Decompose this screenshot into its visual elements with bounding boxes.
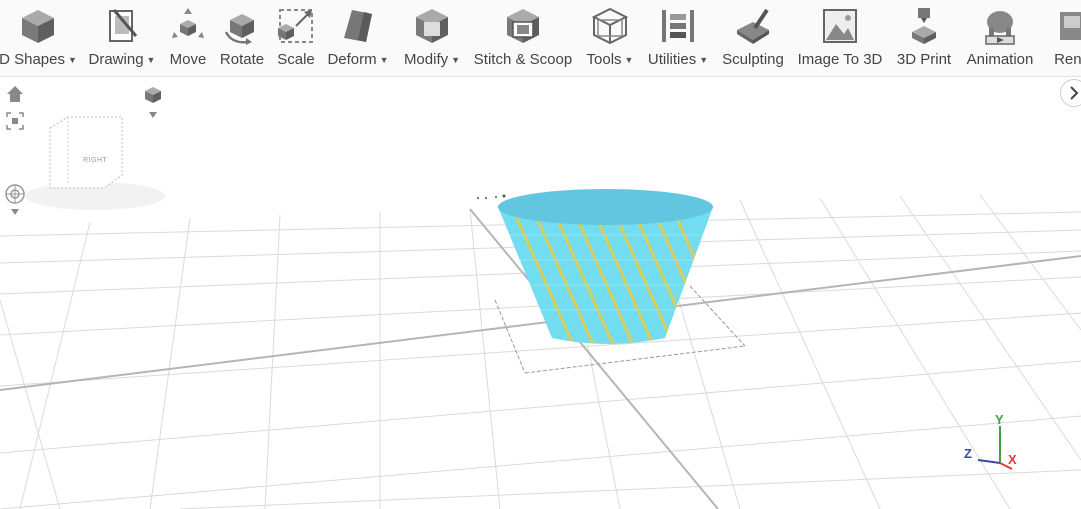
cup-top-face xyxy=(498,189,713,225)
chevron-down-icon: ▼ xyxy=(67,54,77,65)
tool-label: Image To 3D xyxy=(797,51,883,68)
chevron-down-icon: ▼ xyxy=(699,54,709,65)
utilities-icon xyxy=(662,10,694,42)
tool-3d-print[interactable]: 3D Print xyxy=(892,0,956,76)
move-icon xyxy=(172,8,204,38)
tools-icon xyxy=(591,7,629,45)
chevron-right-icon xyxy=(1070,86,1079,100)
axis-gizmo xyxy=(977,426,1013,470)
cube-icon xyxy=(22,10,54,43)
tool-3d-shapes[interactable]: D Shapes ▼ xyxy=(0,0,80,76)
tool-label: 3D Print xyxy=(896,51,952,68)
marker-dots xyxy=(477,194,506,199)
zoom-fit-icon[interactable] xyxy=(5,111,25,131)
3d-viewport[interactable] xyxy=(0,77,1081,509)
cup-model[interactable] xyxy=(440,180,740,360)
chevron-down-icon: ▼ xyxy=(379,54,389,65)
chevron-down-icon[interactable] xyxy=(10,208,20,216)
tool-tools[interactable]: Tools ▼ xyxy=(582,0,638,76)
scale-icon xyxy=(278,9,313,43)
scene-canvas[interactable] xyxy=(0,77,1081,509)
tool-deform[interactable]: Deform ▼ xyxy=(322,0,394,76)
rotate-icon xyxy=(224,14,254,45)
tool-label: Move xyxy=(169,51,207,68)
collapse-panel-button[interactable] xyxy=(1060,79,1081,107)
tool-label: Sculpting xyxy=(722,51,784,68)
render-icon xyxy=(1060,12,1081,40)
tool-label: Tools xyxy=(586,51,622,68)
tool-label: Deform xyxy=(327,51,377,68)
tool-label: Rend xyxy=(1054,51,1081,68)
tool-modify[interactable]: Modify ▼ xyxy=(398,0,466,76)
tool-utilities[interactable]: Utilities ▼ xyxy=(642,0,714,76)
chevron-down-icon: ▼ xyxy=(451,54,461,65)
tool-label: Stitch & Scoop xyxy=(473,51,573,68)
tool-stitch-scoop[interactable]: Stitch & Scoop xyxy=(470,0,576,76)
axis-x-label: X xyxy=(1008,452,1017,467)
orbit-icon[interactable] xyxy=(4,183,26,205)
deform-icon xyxy=(344,10,372,42)
tool-label: Utilities xyxy=(647,51,697,68)
tool-scale[interactable]: Scale xyxy=(272,0,320,76)
home-icon[interactable] xyxy=(6,85,24,103)
tool-image-to-3d[interactable]: Image To 3D xyxy=(792,0,888,76)
modify-icon xyxy=(416,9,448,43)
tool-label: Scale xyxy=(277,51,315,68)
tool-animation[interactable]: Animation xyxy=(960,0,1040,76)
main-toolbar: D Shapes ▼ Drawing ▼ Move Rotate Scale D… xyxy=(0,0,1081,77)
chevron-down-icon: ▼ xyxy=(624,54,634,65)
tool-label: Modify xyxy=(403,51,449,68)
tool-label: Rotate xyxy=(219,51,265,68)
axis-y-label: Y xyxy=(995,412,1004,427)
3d-print-icon xyxy=(912,8,936,44)
sculpting-icon xyxy=(737,8,769,44)
tool-move[interactable]: Move xyxy=(162,0,214,76)
view-cube-face-label: RIGHT xyxy=(83,157,108,164)
image-to-3d-icon xyxy=(823,9,857,43)
tool-drawing[interactable]: Drawing ▼ xyxy=(84,0,160,76)
chevron-down-icon: ▼ xyxy=(146,54,156,65)
tool-label: Animation xyxy=(966,51,1034,68)
drawing-icon xyxy=(109,9,138,42)
tool-rotate[interactable]: Rotate xyxy=(215,0,269,76)
chevron-down-icon[interactable] xyxy=(148,111,158,119)
axis-z-label: Z xyxy=(964,446,972,461)
animation-icon xyxy=(985,11,1015,45)
tool-sculpting[interactable]: Sculpting xyxy=(718,0,788,76)
tool-render[interactable]: Rend xyxy=(1046,0,1081,76)
tool-label: Drawing xyxy=(88,51,144,68)
stitch-scoop-icon xyxy=(507,9,539,43)
tool-label: D Shapes xyxy=(0,51,65,68)
view-mode-cube-icon[interactable] xyxy=(141,84,165,106)
